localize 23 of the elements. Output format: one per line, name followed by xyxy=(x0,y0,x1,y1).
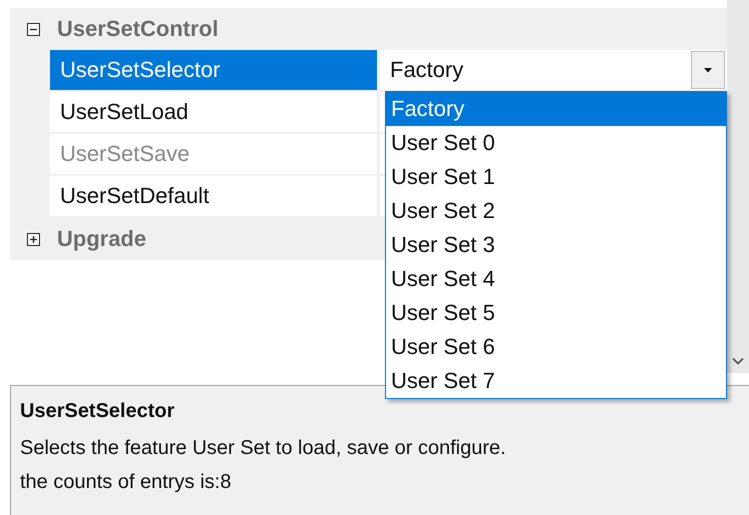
expand-icon[interactable] xyxy=(27,232,40,246)
dropdown-option[interactable]: User Set 3 xyxy=(386,228,726,262)
description-text: the counts of entrys is:8 xyxy=(20,470,232,495)
collapse-icon[interactable] xyxy=(27,22,40,36)
caret-icon xyxy=(704,68,712,72)
scroll-down-icon[interactable] xyxy=(732,357,744,365)
scrollbar[interactable] xyxy=(727,0,749,373)
dropdown-option[interactable]: Factory xyxy=(386,92,726,126)
dropdown-option[interactable]: User Set 6 xyxy=(386,330,726,364)
description-title: UserSetSelector xyxy=(20,400,176,423)
description-text: Selects the feature User Set to load, save or configure. xyxy=(20,436,507,461)
category-label: Upgrade xyxy=(57,226,146,252)
property-name[interactable]: UserSetLoad xyxy=(50,92,377,134)
dropdown-option[interactable]: User Set 2 xyxy=(386,194,726,228)
dropdown-option[interactable]: User Set 5 xyxy=(386,296,726,330)
dropdown-option[interactable]: User Set 4 xyxy=(386,262,726,296)
property-name[interactable]: UserSetDefault xyxy=(50,176,377,218)
dropdown-option[interactable]: User Set 1 xyxy=(386,160,726,194)
value-dropdown[interactable]: Factory xyxy=(380,50,727,90)
property-name[interactable]: UserSetSelector xyxy=(50,50,377,92)
category-label: UserSetControl xyxy=(57,16,218,42)
dropdown-option[interactable]: User Set 7 xyxy=(386,364,726,398)
dropdown-option[interactable]: User Set 0 xyxy=(386,126,726,160)
